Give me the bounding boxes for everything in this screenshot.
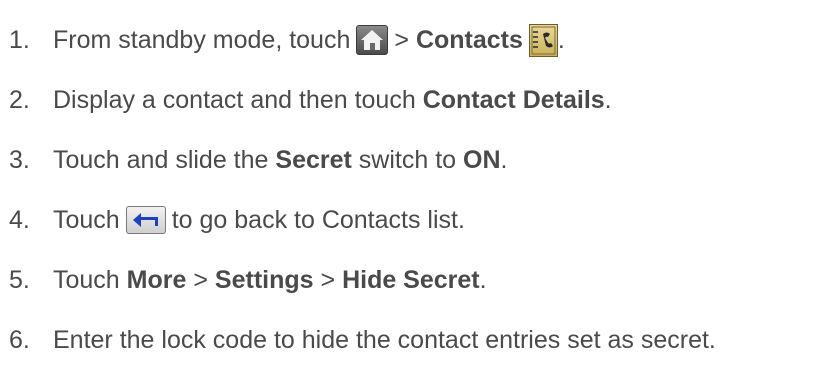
step-text: Touch and slide the bbox=[53, 145, 269, 174]
step-3: 3. Touch and slide the Secret switch to … bbox=[9, 138, 507, 182]
step-number: 6. bbox=[9, 325, 30, 354]
home-icon-graphic bbox=[361, 30, 384, 50]
secret-label: Secret bbox=[275, 145, 352, 174]
contact-details-label: Contact Details bbox=[422, 85, 605, 114]
step-1: 1. From standby mode, touch > Contacts . bbox=[9, 18, 565, 62]
step-text: Display a contact and then touch bbox=[53, 85, 416, 114]
step-text-middle: switch to bbox=[358, 145, 457, 174]
separator: > bbox=[193, 265, 208, 294]
step-6: 6. Enter the lock code to hide the conta… bbox=[9, 318, 716, 362]
on-label: ON bbox=[463, 145, 501, 174]
step-number: 3. bbox=[9, 145, 30, 174]
contacts-label: Contacts bbox=[415, 25, 523, 54]
step-5: 5. Touch More > Settings > Hide Secret . bbox=[9, 258, 487, 302]
more-label: More bbox=[126, 265, 187, 294]
separator: > bbox=[320, 265, 336, 294]
settings-label: Settings bbox=[214, 265, 314, 294]
step-number: 2. bbox=[9, 85, 30, 114]
step-text: Enter the lock code to hide the contact … bbox=[53, 325, 716, 354]
period: . bbox=[479, 265, 487, 294]
hide-secret-label: Hide Secret bbox=[342, 265, 480, 294]
step-2: 2. Display a contact and then touch Cont… bbox=[9, 78, 612, 122]
period: . bbox=[500, 145, 508, 174]
separator: > bbox=[394, 25, 409, 54]
step-number: 1. bbox=[9, 25, 30, 54]
back-icon-graphic bbox=[132, 213, 158, 227]
step-text-after: to go back to Contacts list. bbox=[171, 205, 465, 234]
step-text: Touch bbox=[53, 265, 120, 294]
step-4: 4. Touch to go back to Contacts list. bbox=[9, 198, 465, 242]
period: . bbox=[604, 85, 612, 114]
step-number: 5. bbox=[9, 265, 30, 294]
step-text: From standby mode, touch bbox=[53, 25, 351, 54]
contacts-icon-graphic bbox=[531, 26, 556, 54]
step-number: 4. bbox=[9, 205, 30, 234]
period: . bbox=[557, 25, 565, 54]
step-text: Touch bbox=[53, 205, 120, 234]
back-icon bbox=[125, 206, 166, 234]
contacts-icon bbox=[528, 23, 558, 57]
instruction-steps: 1. From standby mode, touch > Contacts .… bbox=[0, 0, 835, 382]
home-icon bbox=[356, 25, 389, 55]
